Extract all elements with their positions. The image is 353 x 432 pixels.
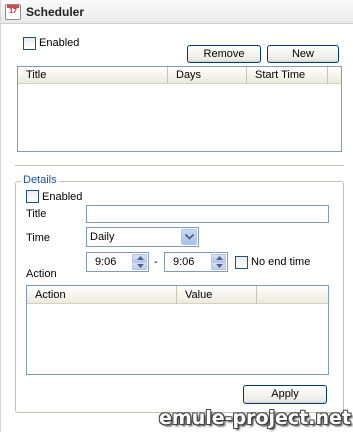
no-end-time-checkbox[interactable] [235,256,248,269]
spin-up-icon[interactable] [211,254,226,262]
calendar-icon: 17 [5,4,21,20]
spin-down-icon[interactable] [211,262,226,270]
details-group-label: Details [21,174,59,186]
spin-down-icon[interactable] [132,262,147,270]
title-bar: 17 Scheduler [1,0,353,24]
schedule-list-header: Title Days Start Time [18,67,341,84]
details-enabled-checkbox[interactable] [26,190,39,203]
new-button[interactable]: New [267,45,339,63]
column-header-start-time[interactable]: Start Time [247,67,328,84]
no-end-time-label: No end time [251,256,311,268]
spin-up-icon[interactable] [132,254,147,262]
chevron-down-icon[interactable] [181,229,197,245]
time-range-dash: - [154,256,158,268]
details-enabled-label: Enabled [42,191,83,203]
action-label: Action [26,268,57,280]
time-label: Time [26,232,51,244]
time-select[interactable]: Daily [86,227,199,247]
time-select-value: Daily [90,231,115,243]
separator [15,165,344,166]
action-list-header: Action Value [27,286,328,304]
end-time-spinner[interactable]: 9:06 [164,252,228,272]
title-label: Title [26,208,47,220]
column-header-days[interactable]: Days [168,67,247,84]
remove-button[interactable]: Remove [187,45,261,63]
column-header-title[interactable]: Title [18,67,168,84]
start-time-spinner[interactable]: 9:06 [86,252,149,272]
end-time-value: 9:06 [173,256,195,268]
watermark: emule-project.net [159,407,351,429]
column-header-action[interactable]: Action [27,286,177,304]
apply-button[interactable]: Apply [243,385,327,404]
enabled-checkbox[interactable] [23,37,36,50]
start-time-value: 9:06 [95,256,117,268]
enabled-label: Enabled [39,37,80,49]
action-list[interactable]: Action Value [26,285,329,375]
scheduler-window: 17 Scheduler Enabled Remove New Title Da… [0,0,353,432]
window-title: Scheduler [26,5,85,19]
schedule-list[interactable]: Title Days Start Time [17,66,342,152]
title-input[interactable] [86,205,329,223]
column-header-value[interactable]: Value [177,286,257,304]
